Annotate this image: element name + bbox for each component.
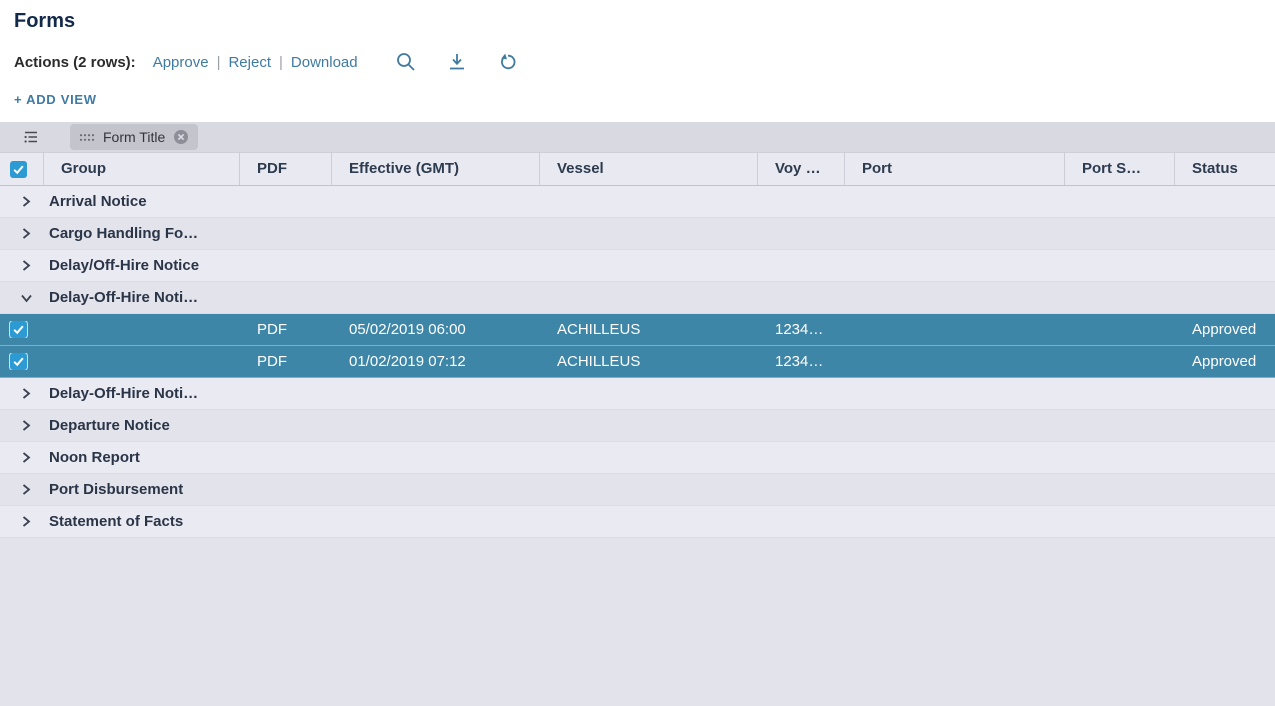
form-row[interactable]: PDF01/02/2019 07:12ACHILLEUS1234… Approve…: [0, 346, 1275, 378]
group-row-label: Arrival Notice: [49, 193, 147, 210]
select-all-cell: [0, 153, 44, 185]
voyage-cell: 1234…: [758, 321, 845, 338]
reject-link[interactable]: Reject: [228, 54, 271, 71]
table-header: GroupPDFEffective (GMT)VesselVoy …PortPo…: [0, 152, 1275, 186]
add-view-button[interactable]: + ADD VIEW: [14, 92, 97, 107]
group-row-port-disbursement[interactable]: Port Disbursement: [0, 474, 1275, 506]
column-header-effective-gmt[interactable]: Effective (GMT): [332, 153, 540, 185]
column-header-port-s[interactable]: Port S…: [1065, 153, 1175, 185]
chevron-right-icon[interactable]: [19, 515, 33, 528]
undo-icon[interactable]: [496, 50, 520, 74]
form-row[interactable]: PDF05/02/2019 06:00ACHILLEUS1234… Approve…: [0, 314, 1275, 346]
voyage-cell: 1234…: [758, 353, 845, 370]
group-row-statement-of-facts[interactable]: Statement of Facts: [0, 506, 1275, 538]
pdf-link[interactable]: PDF: [240, 321, 332, 338]
download-icon[interactable]: [445, 50, 469, 74]
group-row-label: Departure Notice: [49, 417, 170, 434]
table-body: Arrival Notice Cargo Handling Fo… Delay/Of…: [0, 186, 1275, 538]
column-header-status[interactable]: Status: [1175, 153, 1275, 185]
chevron-down-icon[interactable]: [19, 292, 33, 304]
group-row-label: Statement of Facts: [49, 513, 183, 530]
group-panel-icon[interactable]: [22, 128, 40, 146]
effective-cell: 05/02/2019 06:00: [332, 321, 540, 338]
group-row-label: Delay-Off-Hire Noti…: [49, 289, 198, 306]
group-row-label: Noon Report: [49, 449, 140, 466]
status-cell: Approved: [1175, 353, 1275, 370]
column-header-voy[interactable]: Voy …: [758, 153, 845, 185]
group-row-noon-report[interactable]: Noon Report: [0, 442, 1275, 474]
chevron-right-icon[interactable]: [19, 387, 33, 400]
vessel-cell: ACHILLEUS: [540, 353, 758, 370]
link-separator: |: [279, 54, 283, 71]
approve-link[interactable]: Approve: [153, 54, 209, 71]
actions-row: Actions (2 rows): Approve | Reject | Dow…: [14, 50, 1261, 74]
row-checkbox-cell: [0, 353, 44, 370]
group-row-departure-notice[interactable]: Departure Notice: [0, 410, 1275, 442]
pdf-link[interactable]: PDF: [240, 353, 332, 370]
search-icon[interactable]: [394, 50, 418, 74]
row-checkbox-cell: [0, 321, 44, 338]
group-row-delay-off-hire-notice[interactable]: Delay/Off-Hire Notice: [0, 250, 1275, 282]
actions-label: Actions (2 rows):: [14, 54, 136, 71]
group-row-label: Port Disbursement: [49, 481, 183, 498]
group-chip-form-title[interactable]: Form Title: [70, 124, 198, 150]
link-separator: |: [217, 54, 221, 71]
group-row-label: Delay/Off-Hire Notice: [49, 257, 199, 274]
select-all-checkbox[interactable]: [10, 161, 27, 178]
grouping-bar: Form Title: [0, 122, 1275, 152]
status-cell: Approved: [1175, 321, 1275, 338]
chevron-right-icon[interactable]: [19, 419, 33, 432]
grid-empty-area: [0, 538, 1275, 706]
group-row-label: Cargo Handling Fo…: [49, 225, 198, 242]
column-header-pdf[interactable]: PDF: [240, 153, 332, 185]
group-row-cargo-handling-fo[interactable]: Cargo Handling Fo…: [0, 218, 1275, 250]
vessel-cell: ACHILLEUS: [540, 321, 758, 338]
chevron-right-icon[interactable]: [19, 483, 33, 496]
group-chip-label: Form Title: [103, 129, 165, 145]
chevron-right-icon[interactable]: [19, 195, 33, 208]
effective-cell: 01/02/2019 07:12: [332, 353, 540, 370]
group-row-delay-off-hire-noti[interactable]: Delay-Off-Hire Noti…: [0, 282, 1275, 314]
chevron-right-icon[interactable]: [19, 259, 33, 272]
top-toolbar: Forms Actions (2 rows): Approve | Reject…: [0, 0, 1275, 122]
forms-grid: Form Title GroupPDFEffective (GMT)Vessel…: [0, 122, 1275, 706]
group-row-arrival-notice[interactable]: Arrival Notice: [0, 186, 1275, 218]
column-header-vessel[interactable]: Vessel: [540, 153, 758, 185]
download-link[interactable]: Download: [291, 54, 358, 71]
chevron-right-icon[interactable]: [19, 227, 33, 240]
column-header-group[interactable]: Group: [44, 153, 240, 185]
chevron-right-icon[interactable]: [19, 451, 33, 464]
group-row-label: Delay-Off-Hire Noti…: [49, 385, 198, 402]
column-header-port[interactable]: Port: [845, 153, 1065, 185]
page-title: Forms: [14, 10, 1261, 33]
row-checkbox[interactable]: [10, 321, 27, 338]
chip-close-icon[interactable]: [173, 129, 189, 145]
group-row-delay-off-hire-noti[interactable]: Delay-Off-Hire Noti…: [0, 378, 1275, 410]
row-checkbox[interactable]: [10, 353, 27, 370]
drag-handle-icon[interactable]: [79, 133, 95, 142]
